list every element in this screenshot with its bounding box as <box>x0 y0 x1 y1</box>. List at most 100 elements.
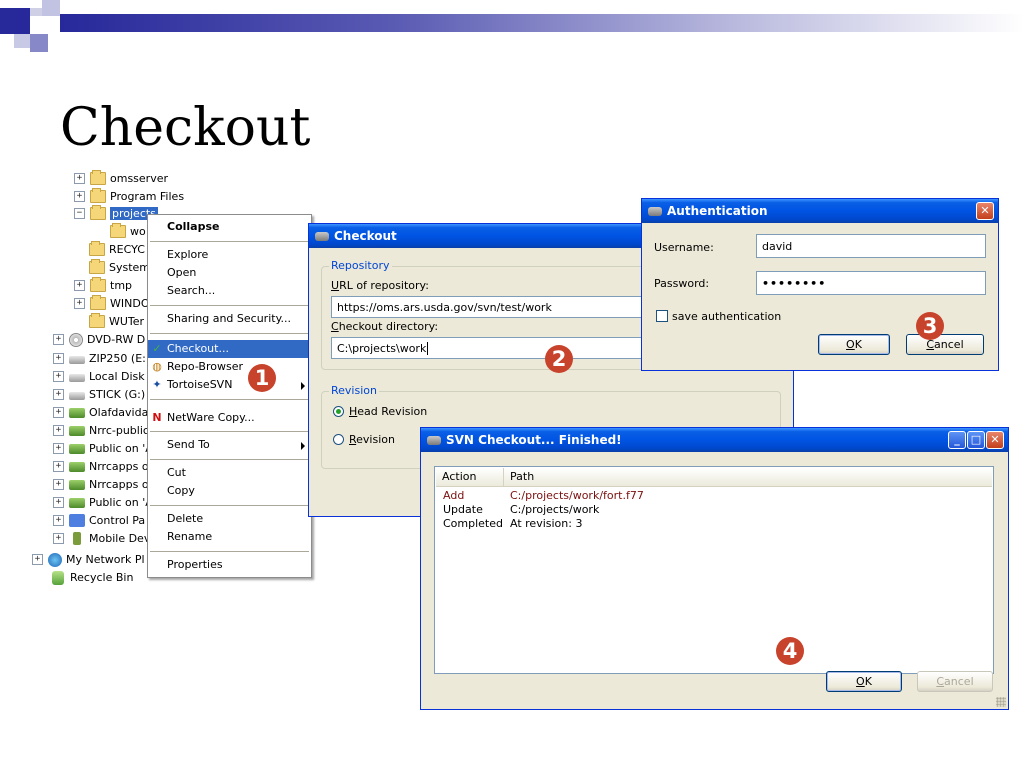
expand-icon[interactable]: + <box>53 389 64 400</box>
menu-item-open[interactable]: Open <box>148 264 311 282</box>
tree-item[interactable]: + Olafdavida <box>53 404 148 421</box>
expand-icon[interactable]: + <box>74 298 85 309</box>
tree-item[interactable]: RECYC <box>89 241 145 258</box>
expand-icon[interactable]: + <box>53 334 64 345</box>
tree-item[interactable]: + Mobile Dev <box>53 530 150 547</box>
expand-icon[interactable]: + <box>53 479 64 490</box>
mobile-device-icon <box>73 532 81 545</box>
menu-item-cut[interactable]: Cut <box>148 464 311 482</box>
ok-button[interactable]: OK <box>826 671 902 692</box>
tree-item[interactable]: + My Network Pl <box>32 551 145 568</box>
revision-radio[interactable] <box>333 434 344 445</box>
menu-item-netware-copy[interactable]: N NetWare Copy... <box>148 409 311 427</box>
column-header-path[interactable]: Path <box>504 468 994 486</box>
maximize-icon[interactable]: □ <box>967 431 985 449</box>
menu-item-explore[interactable]: Explore <box>148 246 311 264</box>
expand-icon[interactable]: + <box>74 173 85 184</box>
ok-button[interactable]: OK <box>818 334 890 355</box>
tree-item-label: RECYC <box>109 243 145 256</box>
expand-icon[interactable]: + <box>53 497 64 508</box>
tree-item[interactable]: + Nrrcapps o <box>53 458 149 475</box>
menu-item-tortoisesvn[interactable]: ✦ TortoiseSVN <box>148 376 311 394</box>
close-icon[interactable]: ✕ <box>986 431 1004 449</box>
menu-item-send-to[interactable]: Send To <box>148 436 311 454</box>
tree-item[interactable]: + Nrrcapps o <box>53 476 149 493</box>
tree-item[interactable]: + Public on 'A <box>53 494 153 511</box>
tortoisesvn-icon: ✦ <box>152 378 162 391</box>
menu-item-rename[interactable]: Rename <box>148 528 311 546</box>
expand-icon[interactable]: + <box>53 533 64 544</box>
menu-item-properties[interactable]: Properties <box>148 556 311 574</box>
tree-item-label: omsserver <box>110 172 168 185</box>
tree-item[interactable]: + Program Files <box>74 188 184 205</box>
tree-item[interactable]: System <box>89 259 150 276</box>
username-input[interactable]: david <box>756 234 986 258</box>
menu-item-repo-browser[interactable]: ◍ Repo-Browser <box>148 358 311 376</box>
collapse-icon[interactable]: − <box>74 208 85 219</box>
folder-open-icon <box>90 205 106 220</box>
tree-item[interactable]: + DVD-RW D <box>53 331 145 348</box>
menu-item-delete[interactable]: Delete <box>148 510 311 528</box>
menu-item-sharing[interactable]: Sharing and Security... <box>148 310 311 328</box>
tree-item-label: My Network Pl <box>66 553 145 566</box>
close-icon[interactable]: ✕ <box>976 202 994 220</box>
column-header-action[interactable]: Action <box>436 468 504 486</box>
menu-separator <box>150 305 309 306</box>
expand-icon[interactable]: + <box>74 191 85 202</box>
expand-icon[interactable]: + <box>53 443 64 454</box>
step-badge-3: 3 <box>916 312 944 340</box>
expand-icon[interactable]: + <box>53 407 64 418</box>
menu-item-collapse[interactable]: Collapse <box>148 218 311 236</box>
decor-square <box>30 34 48 52</box>
tree-item[interactable]: Recycle Bin <box>50 569 133 586</box>
expand-icon[interactable]: + <box>53 353 64 364</box>
tree-item-label: Public on 'A <box>89 442 153 455</box>
expand-icon[interactable]: + <box>53 515 64 526</box>
tree-item[interactable]: + ZIP250 (E: <box>53 350 146 367</box>
expand-icon[interactable]: + <box>53 371 64 382</box>
network-drive-icon <box>69 407 85 418</box>
menu-separator <box>150 333 309 334</box>
revision-label[interactable]: Revision <box>349 433 395 446</box>
auth-titlebar[interactable]: Authentication <box>642 199 998 223</box>
tree-item[interactable]: + WINDO <box>74 295 149 312</box>
expand-icon[interactable]: + <box>53 461 64 472</box>
tree-item-projects[interactable]: − projects <box>74 205 158 222</box>
expand-icon[interactable]: + <box>53 425 64 436</box>
password-label: Password: <box>654 277 710 290</box>
folder-icon <box>110 223 126 238</box>
network-places-icon <box>48 552 62 567</box>
decor-square <box>0 8 30 34</box>
password-input[interactable]: •••••••• <box>756 271 986 295</box>
tree-item[interactable]: + STICK (G:) <box>53 386 145 403</box>
checkout-dir-value: C:\projects\work <box>337 341 427 355</box>
finished-titlebar[interactable]: SVN Checkout... Finished! <box>421 428 1008 452</box>
tree-item[interactable]: WUTer <box>89 313 144 330</box>
save-authentication-label[interactable]: save authentication <box>672 310 781 323</box>
cancel-button[interactable]: Cancel <box>917 671 993 692</box>
results-list[interactable]: Action Path Add C:/projects/work/fort.f7… <box>434 466 994 674</box>
head-revision-label[interactable]: Head Revision <box>349 405 427 418</box>
expand-icon[interactable]: + <box>74 280 85 291</box>
tree-item-label: Mobile Dev <box>89 532 151 545</box>
username-label: Username: <box>654 241 714 254</box>
tortoisesvn-icon <box>315 231 329 241</box>
menu-item-search[interactable]: Search... <box>148 282 311 300</box>
menu-item-copy[interactable]: Copy <box>148 482 311 500</box>
text-cursor <box>427 341 429 355</box>
save-authentication-checkbox[interactable] <box>656 310 668 322</box>
head-revision-radio[interactable] <box>333 406 344 417</box>
tree-item[interactable]: + omsserver <box>74 170 168 187</box>
tree-item[interactable]: + Local Disk ( <box>53 368 152 385</box>
tree-item[interactable]: wo <box>110 223 146 240</box>
tree-item[interactable]: + Nrrc-public <box>53 422 149 439</box>
tree-item[interactable]: + Control Pa <box>53 512 145 529</box>
resize-grip-icon[interactable] <box>996 697 1006 707</box>
menu-item-checkout[interactable]: ✓ Checkout... <box>148 340 311 358</box>
cancel-button[interactable]: Cancel <box>906 334 984 355</box>
tree-item[interactable]: + Public on 'A <box>53 440 153 457</box>
tree-item[interactable]: + tmp <box>74 277 132 294</box>
folder-icon <box>90 277 106 292</box>
expand-icon[interactable]: + <box>32 554 43 565</box>
minimize-icon[interactable]: _ <box>948 431 966 449</box>
